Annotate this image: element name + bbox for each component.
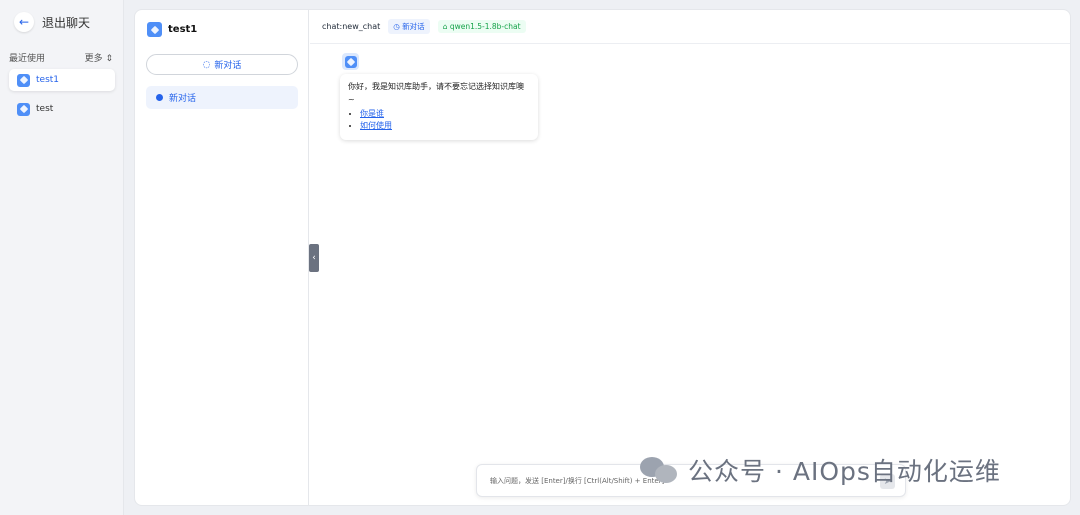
new-chat-tag: ◷ 新对话 [388, 19, 430, 34]
sidebar-app-test[interactable]: test [9, 98, 115, 120]
new-chat-button[interactable]: ◌ 新对话 [146, 54, 298, 75]
chat-header: chat:new_chat ◷ 新对话 ⌂ qwen1.5-1.8b-chat [310, 10, 1070, 44]
model-tag: ⌂ qwen1.5-1.8b-chat [437, 20, 526, 33]
main-panel: test1 ◌ 新对话 新对话 chat:new_chat ◷ 新对话 ⌂ qw… [134, 9, 1071, 506]
conversation-item-label: 新对话 [169, 94, 197, 104]
chat-bubble-icon: ◌ [202, 59, 211, 70]
conversation-item[interactable]: 新对话 [146, 86, 298, 109]
wechat-logo-icon [640, 453, 678, 487]
app-sidebar: ← 退出聊天 最近使用 更多 ⇕ test1 test [0, 0, 124, 515]
greeting-text: 你好，我是知识库助手，请不要忘记选择知识库噢~ [348, 82, 524, 104]
suggestion-link-who[interactable]: 你是谁 [360, 109, 384, 118]
suggestion-list: 你是谁 如何使用 [348, 108, 530, 134]
chat-id: chat:new_chat [322, 22, 381, 31]
app-icon [17, 73, 30, 87]
chat-input-placeholder: 输入问题，发送 [Enter]/换行 [Ctrl(Alt/Shift) + En… [490, 476, 665, 485]
chat-pane: chat:new_chat ◷ 新对话 ⌂ qwen1.5-1.8b-chat … [310, 10, 1070, 505]
conversation-list-pane: test1 ◌ 新对话 新对话 [135, 10, 309, 505]
suggestion-item: 你是谁 [360, 108, 530, 121]
recent-header: 最近使用 更多 ⇕ [9, 51, 113, 64]
watermark-text: 公众号 · AIOps自动化运维 [688, 457, 1001, 486]
robot-icon: ⌂ [442, 22, 448, 31]
app-icon [147, 22, 162, 37]
clock-icon: ◷ [393, 22, 400, 31]
collapse-toggle[interactable]: ‹ [309, 244, 319, 272]
sort-icon: ⇕ [105, 54, 113, 64]
sidebar-app-test1[interactable]: test1 [9, 69, 115, 91]
app-name: test1 [36, 75, 60, 85]
suggestion-item: 如何使用 [360, 120, 530, 133]
app-name: test [36, 104, 54, 114]
app-icon [17, 102, 30, 116]
watermark: 公众号 · AIOps自动化运维 [640, 452, 1001, 488]
recent-label: 最近使用 [9, 54, 46, 64]
suggestion-link-howto[interactable]: 如何使用 [360, 121, 392, 130]
bot-avatar-icon [344, 55, 357, 68]
more-button[interactable]: 更多 ⇕ [85, 51, 113, 64]
app-title: test1 [168, 24, 198, 35]
bot-avatar [342, 53, 359, 70]
chat-dot-icon [156, 94, 163, 101]
exit-chat[interactable]: ← 退出聊天 [14, 12, 90, 32]
conversation-header: test1 [147, 22, 197, 37]
back-arrow-icon[interactable]: ← [14, 12, 34, 32]
bot-message: 你好，我是知识库助手，请不要忘记选择知识库噢~ 你是谁 如何使用 [340, 74, 538, 141]
chevron-left-icon: ‹ [312, 253, 316, 263]
exit-chat-label[interactable]: 退出聊天 [42, 14, 90, 31]
new-chat-label: 新对话 [214, 61, 242, 71]
